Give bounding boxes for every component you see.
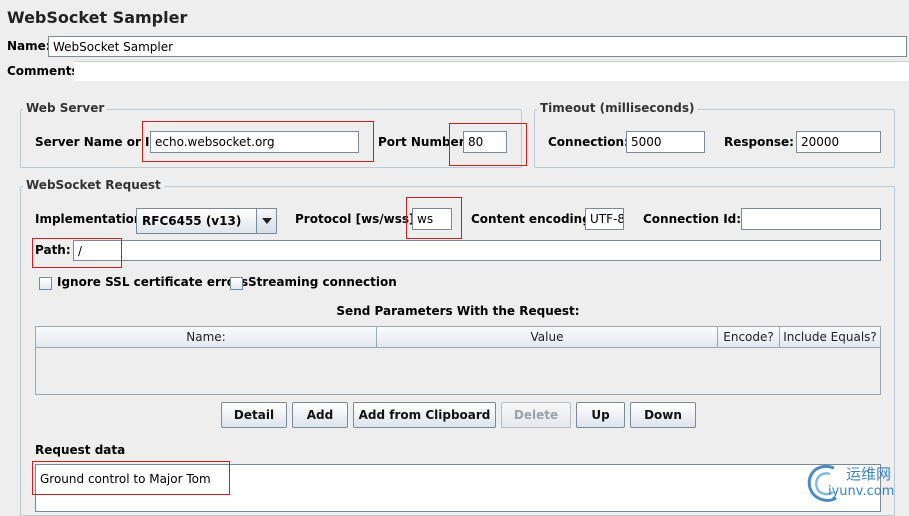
response-timeout-label: Response: — [724, 135, 794, 149]
parameters-table[interactable]: Name: Value Encode? Include Equals? — [35, 326, 881, 395]
column-header-include-equals-text: Include Equals? — [783, 330, 877, 344]
web-server-legend: Web Server — [23, 101, 108, 115]
down-button[interactable]: Down — [630, 402, 696, 428]
chevron-down-icon[interactable] — [256, 209, 276, 233]
request-data-label: Request data — [35, 443, 126, 457]
panel-title: WebSocket Sampler — [7, 8, 188, 27]
connection-timeout-label: Connection: — [548, 135, 629, 149]
connection-id-input[interactable] — [741, 208, 881, 230]
connection-timeout-input[interactable] — [626, 131, 705, 153]
request-data-highlight — [32, 461, 230, 495]
server-name-highlight — [142, 121, 374, 162]
watermark-logo: 运维网 iyunv.com — [804, 458, 909, 507]
websocket-request-legend: WebSocket Request — [23, 178, 164, 192]
comments-input[interactable] — [74, 61, 909, 81]
name-label: Name: — [7, 39, 51, 53]
protocol-highlight — [406, 197, 462, 239]
port-number-highlight — [449, 123, 527, 166]
response-timeout-input[interactable] — [796, 131, 881, 153]
implementation-select[interactable]: RFC6455 (v13) — [136, 208, 277, 234]
watermark-text: 运维网 — [846, 465, 892, 483]
path-input[interactable] — [73, 240, 881, 261]
name-input[interactable] — [48, 36, 907, 57]
column-header-name[interactable]: Name: — [36, 327, 377, 348]
implementation-selected-value: RFC6455 (v13) — [142, 214, 242, 228]
up-button[interactable]: Up — [576, 402, 625, 428]
send-parameters-heading: Send Parameters With the Request: — [336, 304, 580, 318]
column-header-encode-text: Encode? — [723, 330, 774, 344]
streaming-connection-checkbox[interactable] — [230, 277, 243, 290]
connection-id-label: Connection Id: — [643, 212, 742, 226]
column-header-value-text: Value — [530, 330, 564, 344]
delete-button[interactable]: Delete — [501, 402, 571, 428]
add-button[interactable]: Add — [292, 402, 348, 428]
column-header-include-equals[interactable]: Include Equals? — [780, 327, 880, 348]
watermark-swirl-icon — [807, 465, 837, 502]
protocol-label: Protocol [ws/wss]: — [295, 212, 420, 226]
content-encoding-input[interactable] — [585, 208, 624, 230]
streaming-connection-label: Streaming connection — [248, 275, 397, 289]
comments-label: Comments: — [7, 64, 84, 78]
timeout-legend: Timeout (milliseconds) — [537, 101, 698, 115]
detail-button[interactable]: Detail — [221, 402, 287, 428]
watermark-url: iyunv.com — [828, 484, 895, 499]
add-from-clipboard-button[interactable]: Add from Clipboard — [353, 402, 496, 428]
column-header-name-text: Name: — [186, 330, 226, 344]
column-header-value[interactable]: Value — [377, 327, 718, 348]
path-highlight — [32, 238, 122, 268]
column-header-encode[interactable]: Encode? — [718, 327, 780, 348]
implementation-label: Implementation: — [35, 212, 148, 226]
ignore-ssl-checkbox[interactable] — [39, 277, 52, 290]
ignore-ssl-label: Ignore SSL certificate errors — [57, 275, 249, 289]
content-encoding-label: Content encoding: — [471, 212, 596, 226]
